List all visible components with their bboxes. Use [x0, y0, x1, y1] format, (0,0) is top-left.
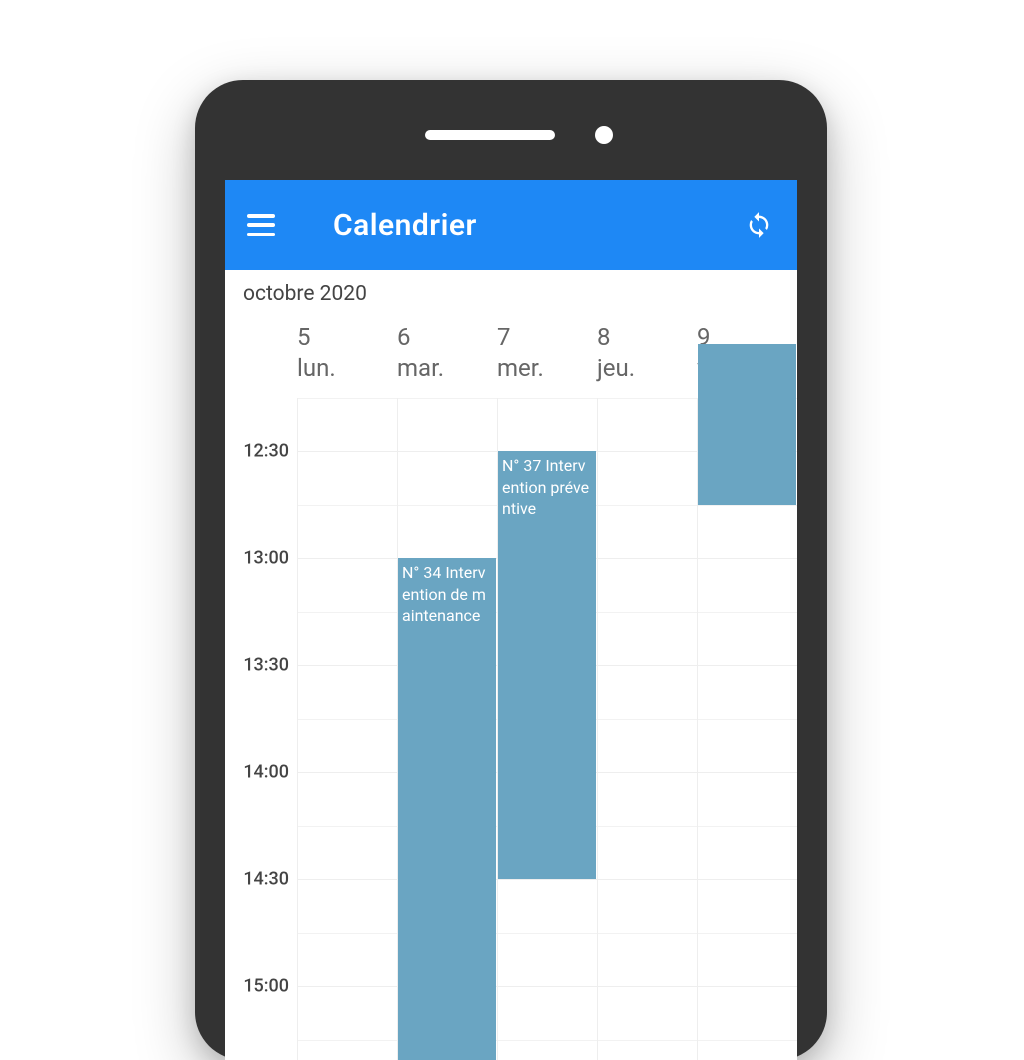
day-header[interactable]: 7mer.: [497, 318, 597, 398]
time-label: 14:30: [243, 869, 289, 890]
menu-icon[interactable]: [247, 214, 275, 236]
app-screen: Calendrier octobre 2020 5lun.6mar.7mer.8…: [225, 180, 797, 1060]
device-frame: Calendrier octobre 2020 5lun.6mar.7mer.8…: [195, 80, 827, 1060]
day-header[interactable]: 6mar.: [397, 318, 497, 398]
day-number: 8: [597, 322, 611, 353]
day-column[interactable]: N° 37 Intervention préventive: [497, 398, 597, 1060]
day-name: mer.: [497, 353, 544, 384]
day-name: mar.: [397, 353, 444, 384]
month-label: octobre 2020: [225, 270, 797, 318]
day-header[interactable]: 8jeu.: [597, 318, 697, 398]
calendar-event[interactable]: N° 37 Intervention préventive: [498, 451, 596, 879]
time-label: 15:00: [243, 976, 289, 997]
day-header[interactable]: 5lun.: [297, 318, 397, 398]
time-column-spacer: [225, 318, 297, 398]
sync-icon[interactable]: [745, 211, 773, 239]
day-number: 6: [397, 322, 411, 353]
calendar: 5lun.6mar.7mer.8jeu.9ven. 12:3013:0013:3…: [225, 318, 797, 1060]
time-label: 13:30: [243, 655, 289, 676]
time-label: 12:30: [243, 441, 289, 462]
device-speaker: [425, 130, 555, 140]
day-number: 5: [297, 322, 311, 353]
day-column[interactable]: [597, 398, 697, 1060]
day-column[interactable]: N° 34 Intervention de maintenance: [397, 398, 497, 1060]
app-title: Calendrier: [333, 208, 477, 243]
app-bar: Calendrier: [225, 180, 797, 270]
day-column[interactable]: [297, 398, 397, 1060]
day-name: jeu.: [597, 353, 635, 384]
day-number: 7: [497, 322, 511, 353]
time-label: 13:00: [243, 548, 289, 569]
day-columns: N° 34 Intervention de maintenanceN° 37 I…: [297, 398, 797, 1060]
calendar-grid[interactable]: 12:30 13:00 13:30 14:00 14:30 15:00 N° 34 Int…: [225, 398, 797, 1060]
time-label: 14:00: [243, 762, 289, 783]
time-labels-column: 12:30 13:00 13:30 14:00 14:30 15:00: [225, 398, 297, 1060]
device-camera: [595, 126, 613, 144]
calendar-event[interactable]: [698, 344, 796, 505]
day-column[interactable]: [697, 398, 797, 1060]
day-name: lun.: [297, 353, 336, 384]
calendar-event[interactable]: N° 34 Intervention de maintenance: [398, 558, 496, 1060]
